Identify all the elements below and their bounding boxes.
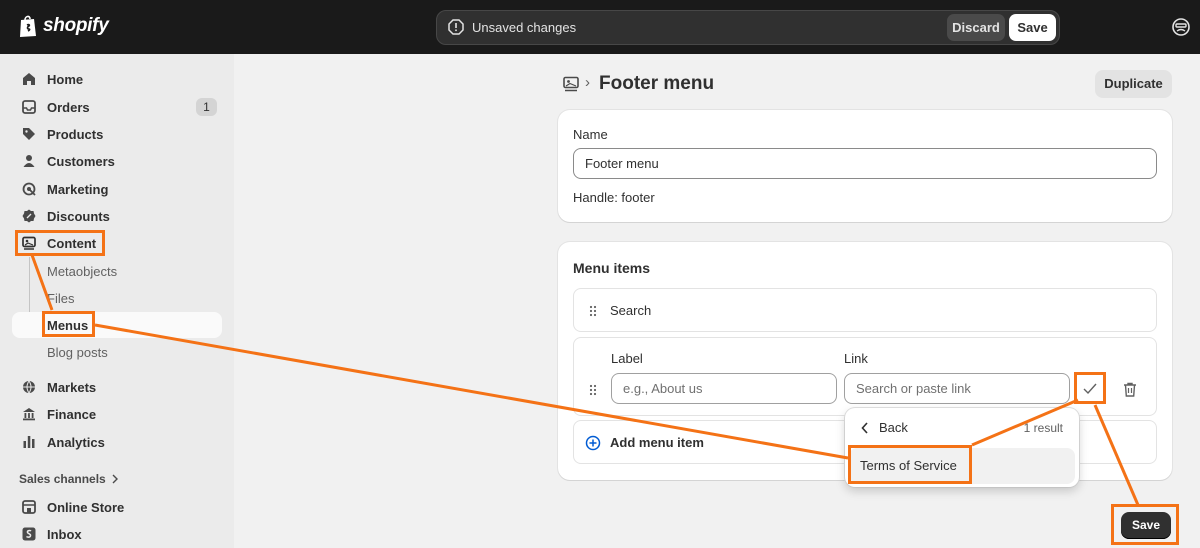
sidebar-item-label: Home xyxy=(47,71,84,87)
discount-icon xyxy=(21,208,37,224)
chevron-right-icon xyxy=(112,474,118,484)
sidebar-subitem-menus[interactable]: Menus xyxy=(12,312,222,338)
sidebar-item-label: Products xyxy=(47,126,104,142)
sidebar-item-orders[interactable]: Orders 1 xyxy=(12,94,222,120)
sidebar-subitem-metaobjects[interactable]: Metaobjects xyxy=(12,258,222,284)
menu-item-row[interactable]: Search xyxy=(573,288,1157,332)
shopify-inbox-icon xyxy=(21,526,37,542)
sidebar-item-discounts[interactable]: Discounts xyxy=(12,203,222,229)
sidebar-subitem-label: Files xyxy=(47,290,75,306)
sidebar-item-label: Discounts xyxy=(47,208,110,224)
top-bar: shopify Unsaved changes Discard Save xyxy=(0,0,1200,54)
label-input[interactable]: e.g., About us xyxy=(611,373,837,404)
sidebar-item-label: Markets xyxy=(47,379,97,395)
sidebar-item-label: Online Store xyxy=(47,499,125,515)
content-icon xyxy=(21,235,37,251)
sidebar-item-label: Orders xyxy=(47,99,90,115)
globe-icon xyxy=(21,379,37,395)
label-field-label: Label xyxy=(611,351,643,366)
dropdown-back-label: Back xyxy=(879,420,908,435)
sidebar-item-label: Inbox xyxy=(47,526,82,542)
trash-icon[interactable] xyxy=(1123,382,1137,397)
sidebar-subitem-label: Blog posts xyxy=(47,344,108,360)
discard-button[interactable]: Discard xyxy=(947,14,1005,41)
tag-icon xyxy=(21,126,37,142)
bank-icon xyxy=(21,406,37,422)
sidebar-item-customers[interactable]: Customers xyxy=(12,148,222,174)
drag-handle-icon[interactable] xyxy=(588,304,598,318)
alert-icon xyxy=(448,19,464,35)
link-field-label: Link xyxy=(844,351,868,366)
drag-handle-icon[interactable] xyxy=(588,383,598,397)
name-input[interactable]: Footer menu xyxy=(573,148,1157,179)
save-button-bottom[interactable]: Save xyxy=(1121,512,1171,539)
duplicate-button[interactable]: Duplicate xyxy=(1095,70,1172,98)
add-menu-item-label: Add menu item xyxy=(610,435,704,450)
sidebar-item-label: Finance xyxy=(47,406,97,422)
menu-item-edit-row: Label e.g., About us Link Search or past… xyxy=(573,337,1157,416)
content-icon[interactable] xyxy=(563,76,579,92)
inbox-icon xyxy=(21,99,37,115)
breadcrumb-separator: › xyxy=(585,74,590,91)
result-count: 1 result xyxy=(1023,421,1063,435)
sidebar-item-finance[interactable]: Finance xyxy=(12,401,222,427)
sidebar-item-marketing[interactable]: Marketing xyxy=(12,176,222,202)
page-title: Footer menu xyxy=(599,73,715,94)
plus-circle-icon xyxy=(585,435,601,451)
sidebar-item-products[interactable]: Products xyxy=(12,121,222,147)
name-field-label: Name xyxy=(573,127,608,142)
sales-channels-header[interactable]: Sales channels xyxy=(19,472,119,486)
bar-chart-icon xyxy=(21,434,37,450)
store-avatar-icon[interactable] xyxy=(1170,16,1192,38)
store-icon xyxy=(21,499,37,515)
unsaved-changes-text: Unsaved changes xyxy=(472,20,577,35)
sidebar-item-home[interactable]: Home xyxy=(12,66,222,92)
dropdown-option-terms-of-service[interactable]: Terms of Service xyxy=(849,448,1075,484)
sidebar-item-inbox[interactable]: Inbox xyxy=(12,521,222,547)
checkmark-icon[interactable] xyxy=(1083,383,1097,395)
sidebar-item-analytics[interactable]: Analytics xyxy=(12,429,222,455)
page-header: › Footer menu Duplicate xyxy=(563,70,1172,100)
person-icon xyxy=(21,153,37,169)
home-icon xyxy=(21,71,37,87)
save-button-top[interactable]: Save xyxy=(1009,14,1056,41)
shopify-bag-icon xyxy=(20,15,36,37)
sidebar-subitem-label: Menus xyxy=(47,317,89,333)
shopify-logo[interactable]: shopify xyxy=(18,14,109,38)
menu-item-label: Search xyxy=(610,303,652,318)
sidebar: Home Orders 1 Products Customers Marketi… xyxy=(0,54,234,548)
sidebar-subitem-blog-posts[interactable]: Blog posts xyxy=(12,339,222,365)
unsaved-changes-bar: Unsaved changes Discard Save xyxy=(436,10,1060,45)
sidebar-subitem-files[interactable]: Files xyxy=(12,285,222,311)
dropdown-back-button[interactable]: Back xyxy=(861,420,908,435)
orders-count-badge: 1 xyxy=(196,98,217,116)
handle-text: Handle: footer xyxy=(573,190,655,205)
sidebar-item-label: Customers xyxy=(47,153,115,169)
sidebar-item-label: Analytics xyxy=(47,434,105,450)
sidebar-item-label: Content xyxy=(47,235,97,251)
link-dropdown: Back 1 result Terms of Service xyxy=(845,408,1079,487)
menu-items-title: Menu items xyxy=(573,260,651,276)
sidebar-item-content[interactable]: Content xyxy=(12,230,222,256)
chevron-left-icon xyxy=(861,421,868,434)
sidebar-subitem-label: Metaobjects xyxy=(47,263,118,279)
target-icon xyxy=(21,181,37,197)
sidebar-item-label: Marketing xyxy=(47,181,109,197)
link-input[interactable]: Search or paste link xyxy=(844,373,1070,404)
sidebar-item-online-store[interactable]: Online Store xyxy=(12,494,222,520)
sidebar-item-markets[interactable]: Markets xyxy=(12,374,222,400)
sales-channels-label: Sales channels xyxy=(19,472,106,486)
logo-text: shopify xyxy=(43,15,109,36)
name-card: Name Footer menu Handle: footer xyxy=(558,110,1172,222)
